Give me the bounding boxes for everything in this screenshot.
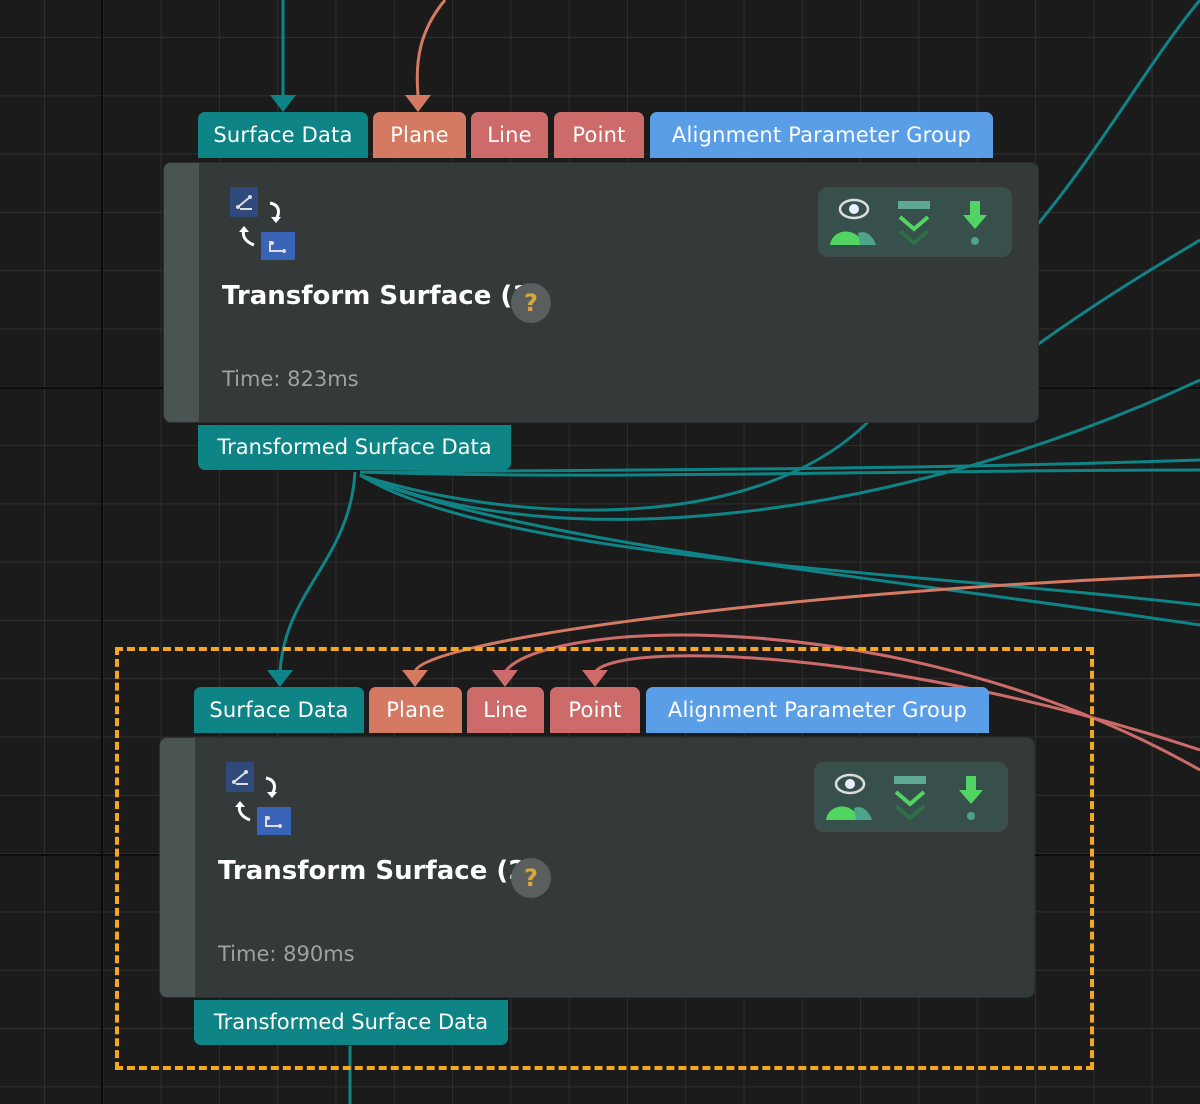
input-port-surface-data[interactable]: Surface Data (198, 112, 368, 158)
wire (359, 473, 1200, 607)
transform-surface-icon (230, 187, 295, 260)
input-port-plane[interactable]: Plane (373, 112, 466, 158)
output-port-transformed-surface-data[interactable]: Transformed Surface Data (194, 1000, 508, 1045)
node-card[interactable]: Transform Surface (1) ? Time: 823ms (163, 162, 1039, 423)
node-time: Time: 823ms (222, 367, 359, 391)
export-arrow-icon[interactable] (959, 776, 983, 820)
wire (278, 471, 357, 673)
node-time: Time: 890ms (218, 942, 355, 966)
export-arrow-icon[interactable] (963, 201, 987, 245)
visibility-icon[interactable] (826, 773, 872, 820)
input-port-alignment-parameter-group[interactable]: Alignment Parameter Group (646, 687, 989, 733)
wire (415, 0, 447, 96)
input-port-line[interactable]: Line (467, 687, 544, 733)
node-side-strip (160, 738, 195, 997)
wire (1035, 0, 1200, 226)
node-toolbar (818, 187, 1012, 257)
input-port-surface-data[interactable]: Surface Data (194, 687, 364, 733)
input-port-point[interactable]: Point (550, 687, 640, 733)
node-title: Transform Surface (2) (218, 856, 539, 886)
input-port-plane[interactable]: Plane (369, 687, 462, 733)
output-port-transformed-surface-data[interactable]: Transformed Surface Data (198, 425, 511, 470)
node-title: Transform Surface (1) (222, 281, 543, 311)
input-port-line[interactable]: Line (471, 112, 548, 158)
visibility-icon[interactable] (830, 198, 876, 245)
node-toolbar (814, 762, 1008, 832)
collapse-icon[interactable] (894, 776, 926, 821)
input-port-point[interactable]: Point (554, 112, 644, 158)
help-icon[interactable]: ? (511, 858, 551, 898)
transform-surface-icon (226, 762, 291, 835)
input-port-alignment-parameter-group[interactable]: Alignment Parameter Group (650, 112, 993, 158)
collapse-icon[interactable] (898, 201, 930, 246)
node-side-strip (164, 163, 199, 422)
wire (1036, 238, 1200, 347)
node-card[interactable]: Transform Surface (2) ? Time: 890ms (159, 737, 1035, 998)
help-icon[interactable]: ? (511, 283, 551, 323)
